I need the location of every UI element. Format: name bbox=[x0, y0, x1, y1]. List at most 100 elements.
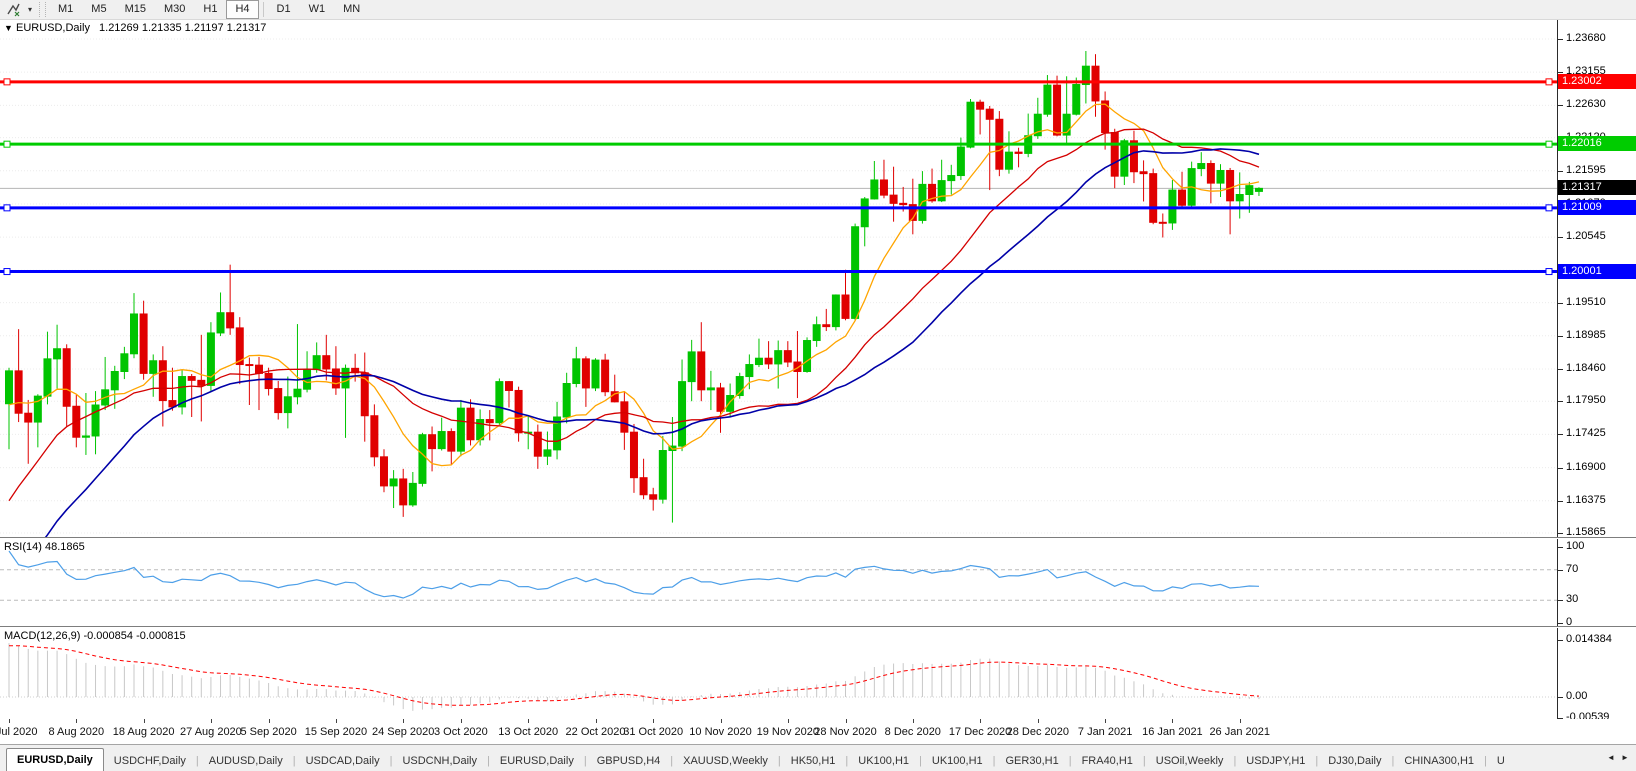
date-label: 3 Oct 2020 bbox=[433, 726, 488, 738]
chart-title-caret[interactable]: ▼ bbox=[4, 23, 13, 33]
chart-tab-usoil-weekly[interactable]: USOil,Weekly bbox=[1146, 751, 1234, 771]
candle-body bbox=[1158, 221, 1167, 224]
timeframe-button-m5[interactable]: M5 bbox=[82, 0, 115, 19]
candle-body bbox=[1110, 132, 1119, 177]
candle-body bbox=[389, 478, 398, 487]
candle-body bbox=[697, 351, 706, 391]
chart-tab-uk100-h1[interactable]: UK100,H1 bbox=[848, 751, 919, 771]
candle-body bbox=[629, 431, 638, 479]
candle-body bbox=[947, 175, 956, 182]
price-tick-label: 1.23680 bbox=[1566, 32, 1606, 44]
chart-tab-bar: EURUSD,Daily USDCHF,Daily | AUDUSD,Daily | US… bbox=[0, 744, 1636, 771]
chart-tab-dj30-daily[interactable]: DJ30,Daily bbox=[1318, 751, 1391, 771]
date-tick bbox=[595, 719, 597, 723]
date-label: 16 Jan 2021 bbox=[1142, 726, 1203, 738]
date-tick bbox=[1172, 719, 1174, 723]
hline-handle[interactable] bbox=[1545, 204, 1553, 212]
candle-body bbox=[447, 431, 456, 452]
chart-tab-eurusd-daily[interactable]: EURUSD,Daily bbox=[6, 748, 104, 771]
hline-handle[interactable] bbox=[3, 140, 11, 148]
price-tick-label: 1.17950 bbox=[1566, 394, 1606, 407]
chart-tab-usdcnh-daily[interactable]: USDCNH,Daily bbox=[392, 751, 487, 771]
macd-plot[interactable] bbox=[0, 628, 1557, 719]
timeframe-button-m1[interactable]: M1 bbox=[49, 0, 82, 19]
candle-body bbox=[226, 312, 235, 329]
timeframe-button-w1[interactable]: W1 bbox=[300, 0, 335, 19]
candle-body bbox=[706, 387, 715, 391]
chart-tab-eurusd-daily[interactable]: EURUSD,Daily bbox=[490, 751, 584, 771]
price-tick-label: 1.21595 bbox=[1566, 163, 1606, 176]
candle-body bbox=[860, 198, 869, 228]
chart-tab-uk100-h1[interactable]: UK100,H1 bbox=[922, 751, 993, 771]
date-tick bbox=[460, 719, 462, 723]
axis-tick bbox=[1558, 434, 1563, 436]
date-label: 28 Nov 2020 bbox=[814, 726, 877, 738]
candle-body bbox=[1043, 84, 1052, 115]
candle-body bbox=[678, 381, 687, 447]
hline-handle[interactable] bbox=[3, 268, 11, 276]
timeframe-button-m15[interactable]: M15 bbox=[116, 0, 155, 19]
axis-tick bbox=[1558, 401, 1563, 403]
tab-scroll-arrows: ◄ ► bbox=[1604, 745, 1636, 771]
candle-body bbox=[1206, 163, 1215, 184]
date-label: 13 Oct 2020 bbox=[498, 726, 559, 738]
timeframe-button-d1[interactable]: D1 bbox=[268, 0, 300, 19]
candle-body bbox=[120, 353, 129, 372]
axis-tick bbox=[1558, 105, 1563, 107]
timeframe-button-m30[interactable]: M30 bbox=[155, 0, 194, 19]
hline-handle[interactable] bbox=[1545, 268, 1553, 276]
price-tick-label: 1.17425 bbox=[1566, 427, 1606, 440]
hline-handle[interactable] bbox=[1545, 78, 1553, 86]
axis-tick bbox=[1558, 547, 1563, 548]
axis-tick bbox=[1558, 600, 1563, 602]
chart-tab-usdjpy-h1[interactable]: USDJPY,H1 bbox=[1236, 751, 1315, 771]
price-axis[interactable]: 1.236801.231551.226301.221201.215951.210… bbox=[1558, 20, 1636, 538]
tab-scroll-right-button[interactable]: ► bbox=[1618, 750, 1632, 766]
timeframe-button-h1[interactable]: H1 bbox=[194, 0, 226, 19]
date-label: 8 Aug 2020 bbox=[48, 726, 105, 738]
date-label: 28 Dec 2020 bbox=[1006, 726, 1069, 738]
date-tick bbox=[787, 719, 789, 723]
candle-body bbox=[399, 478, 408, 506]
hline-handle[interactable] bbox=[3, 204, 11, 212]
candle-body bbox=[543, 449, 552, 457]
chart-tab-xauusd-weekly[interactable]: XAUUSD,Weekly bbox=[673, 751, 778, 771]
rsi-plot[interactable] bbox=[0, 539, 1557, 626]
chart-tab-gbpusd-h4[interactable]: GBPUSD,H4 bbox=[587, 751, 671, 771]
rsi-indicator-panel: RSI(14) 48.1865 100 70 30 0 bbox=[0, 539, 1636, 628]
candle-body bbox=[274, 388, 283, 414]
axis-tick bbox=[1558, 533, 1563, 534]
date-tick bbox=[528, 719, 530, 723]
hline-handle[interactable] bbox=[1545, 140, 1553, 148]
candle-body bbox=[649, 494, 658, 500]
chart-tab-u[interactable]: U bbox=[1487, 751, 1515, 771]
chart-tab-usdcad-daily[interactable]: USDCAD,Daily bbox=[296, 751, 390, 771]
date-tick bbox=[845, 719, 847, 723]
chart-tab-fra40-h1[interactable]: FRA40,H1 bbox=[1072, 751, 1143, 771]
candle-body bbox=[24, 412, 33, 423]
chart-tab-usdchf-daily[interactable]: USDCHF,Daily bbox=[104, 751, 196, 771]
chart-tab-hk50-h1[interactable]: HK50,H1 bbox=[781, 751, 846, 771]
chart-tab-ger30-h1[interactable]: GER30,H1 bbox=[996, 751, 1069, 771]
date-axis[interactable]: 30 Jul 2020 8 Aug 2020 18 Aug 2020 27 Aug 2… bbox=[0, 719, 1636, 744]
chart-tab-china300-h1[interactable]: CHINA300,H1 bbox=[1394, 751, 1484, 771]
chart-cursor-icon[interactable] bbox=[2, 1, 24, 18]
candlestick-plot[interactable] bbox=[0, 20, 1557, 537]
price-tick-label: 1.18985 bbox=[1566, 328, 1606, 341]
tab-scroll-left-button[interactable]: ◄ bbox=[1604, 750, 1618, 766]
macd-tick-label: 0.014384 bbox=[1566, 633, 1612, 645]
chart-tool-dropdown-caret[interactable]: ▾ bbox=[24, 5, 36, 14]
date-label: 30 Jul 2020 bbox=[0, 726, 38, 738]
axis-tick bbox=[1558, 237, 1563, 239]
date-tick bbox=[653, 719, 655, 723]
date-label: 7 Jan 2021 bbox=[1077, 726, 1133, 738]
timeframe-button-mn[interactable]: MN bbox=[334, 0, 369, 19]
date-label: 19 Nov 2020 bbox=[756, 726, 820, 738]
candle-body bbox=[581, 358, 590, 389]
hline-handle[interactable] bbox=[3, 78, 11, 86]
chart-tab-audusd-daily[interactable]: AUDUSD,Daily bbox=[199, 751, 293, 771]
candle-body bbox=[754, 357, 763, 366]
candle-body bbox=[1139, 171, 1148, 175]
timeframe-button-h4[interactable]: H4 bbox=[226, 0, 259, 19]
candle-body bbox=[476, 419, 485, 441]
